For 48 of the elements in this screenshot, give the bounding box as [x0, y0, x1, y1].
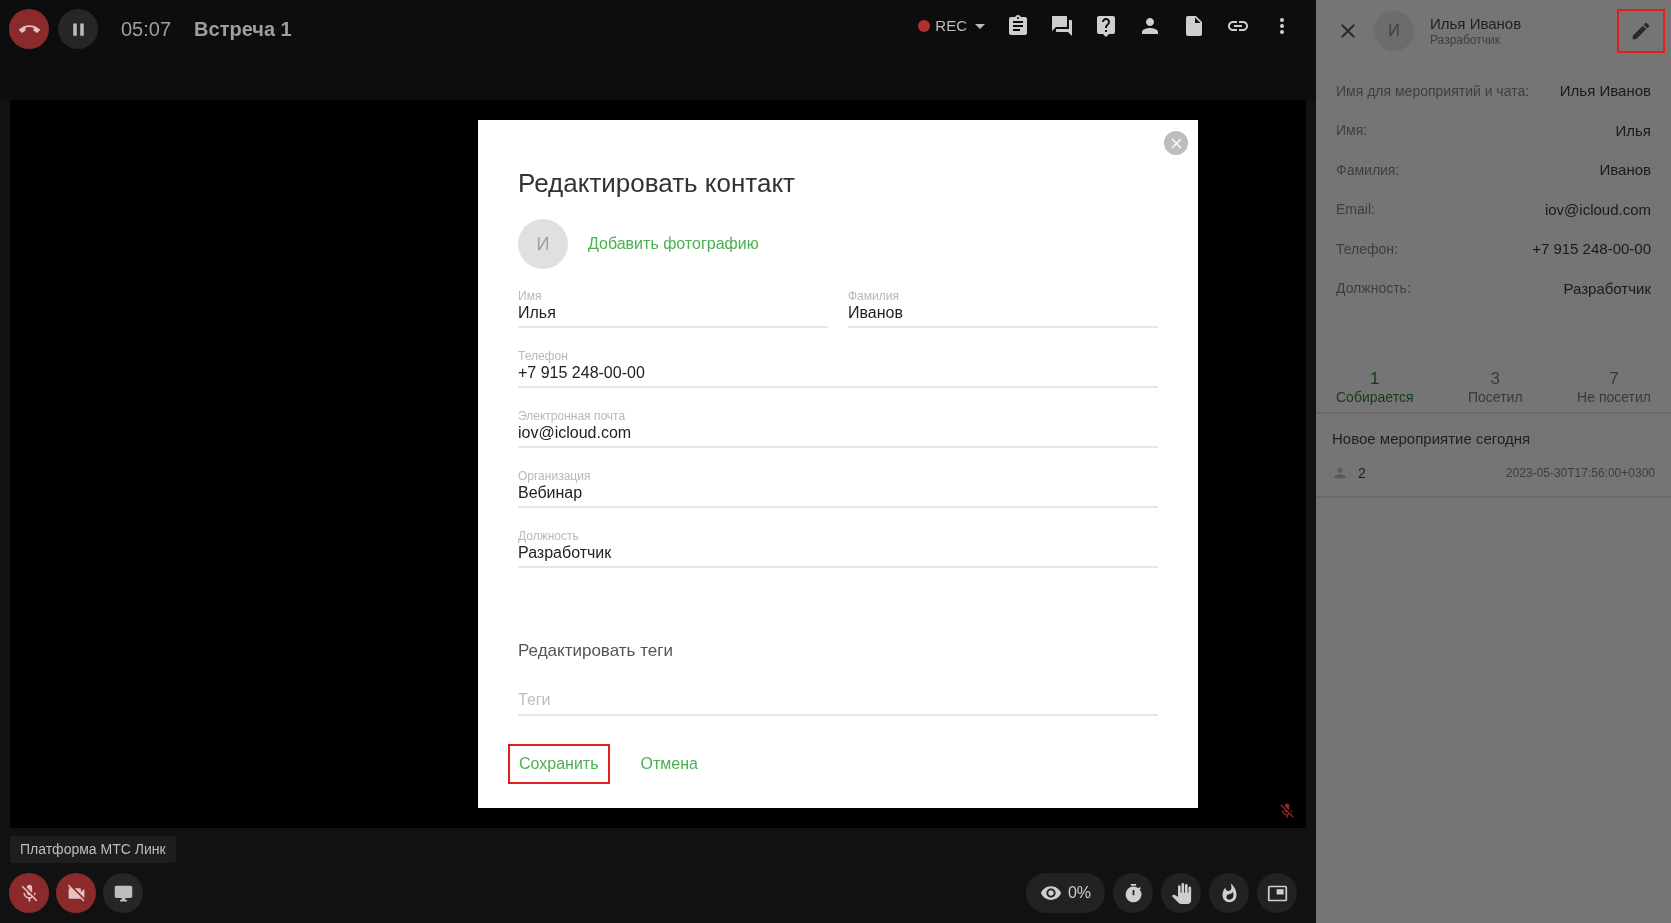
question-icon: [1094, 14, 1118, 38]
event-title: Новое мероприятие сегодня: [1332, 429, 1532, 449]
detail-label: Фамилия:: [1336, 160, 1400, 180]
detail-label: Телефон:: [1336, 239, 1398, 259]
tags-input[interactable]: Теги: [518, 687, 1158, 716]
layout-button[interactable]: [1257, 873, 1297, 913]
text-field[interactable]: Имя Илья: [518, 289, 828, 328]
event-item[interactable]: Новое мероприятие сегодня 2 2023-05-30T17:56:00+0300: [1316, 414, 1671, 498]
call-timer: 05:07: [121, 17, 172, 42]
meeting-title: Встреча 1: [194, 17, 292, 42]
detail-value: Илья Иванов: [1559, 81, 1651, 101]
detail-value: Илья: [1615, 120, 1651, 141]
text-field[interactable]: Должность Разработчик: [518, 529, 1158, 568]
caret-icon: [975, 23, 985, 29]
pause-button[interactable]: [58, 9, 98, 49]
dialog-title: Редактировать контакт: [518, 167, 796, 200]
reactions-button[interactable]: [1209, 873, 1249, 913]
clipboard-icon: [1006, 14, 1030, 38]
detail-label: Должность:: [1336, 279, 1411, 299]
chat-icon: [1050, 14, 1074, 38]
contact-name: Илья Иванов: [1430, 15, 1522, 33]
camera-button[interactable]: [56, 873, 96, 913]
avatar: И: [518, 219, 568, 269]
tags-heading: Редактировать теги: [518, 640, 674, 662]
detail-value: Разработчик: [1563, 278, 1651, 299]
detail-value: Иванов: [1599, 160, 1651, 180]
text-field[interactable]: Организация Вебинар: [518, 469, 1158, 508]
pencil-icon: [1630, 20, 1652, 42]
presenter-label: Платформа МТС Линк: [10, 836, 176, 863]
hang-up-button[interactable]: [9, 9, 49, 49]
detail-value: iov@icloud.com: [1544, 199, 1651, 220]
text-field[interactable]: Телефон +7 915 248-00-00: [518, 349, 1158, 388]
raise-hand-button[interactable]: [1161, 873, 1201, 913]
screen-share-button[interactable]: [103, 873, 143, 913]
detail-value: +7 915 248-00-00: [1532, 239, 1651, 259]
timer-button[interactable]: [1113, 873, 1153, 913]
microphone-button[interactable]: [9, 873, 49, 913]
edit-button[interactable]: [1617, 9, 1665, 53]
text-field[interactable]: Электронная почта iov@icloud.com: [518, 409, 1158, 448]
event-datetime: 2023-05-30T17:56:00+0300: [1505, 465, 1655, 482]
record-button[interactable]: REC: [912, 9, 991, 43]
attention-button[interactable]: 0%: [1025, 873, 1105, 913]
text-field[interactable]: Фамилия Иванов: [848, 289, 1158, 328]
camera-off-icon: [65, 882, 87, 904]
hand-icon: [1170, 882, 1192, 904]
person-icon: [1332, 465, 1348, 481]
more-icon: [1280, 18, 1284, 34]
participant-count: 2: [1358, 463, 1366, 483]
